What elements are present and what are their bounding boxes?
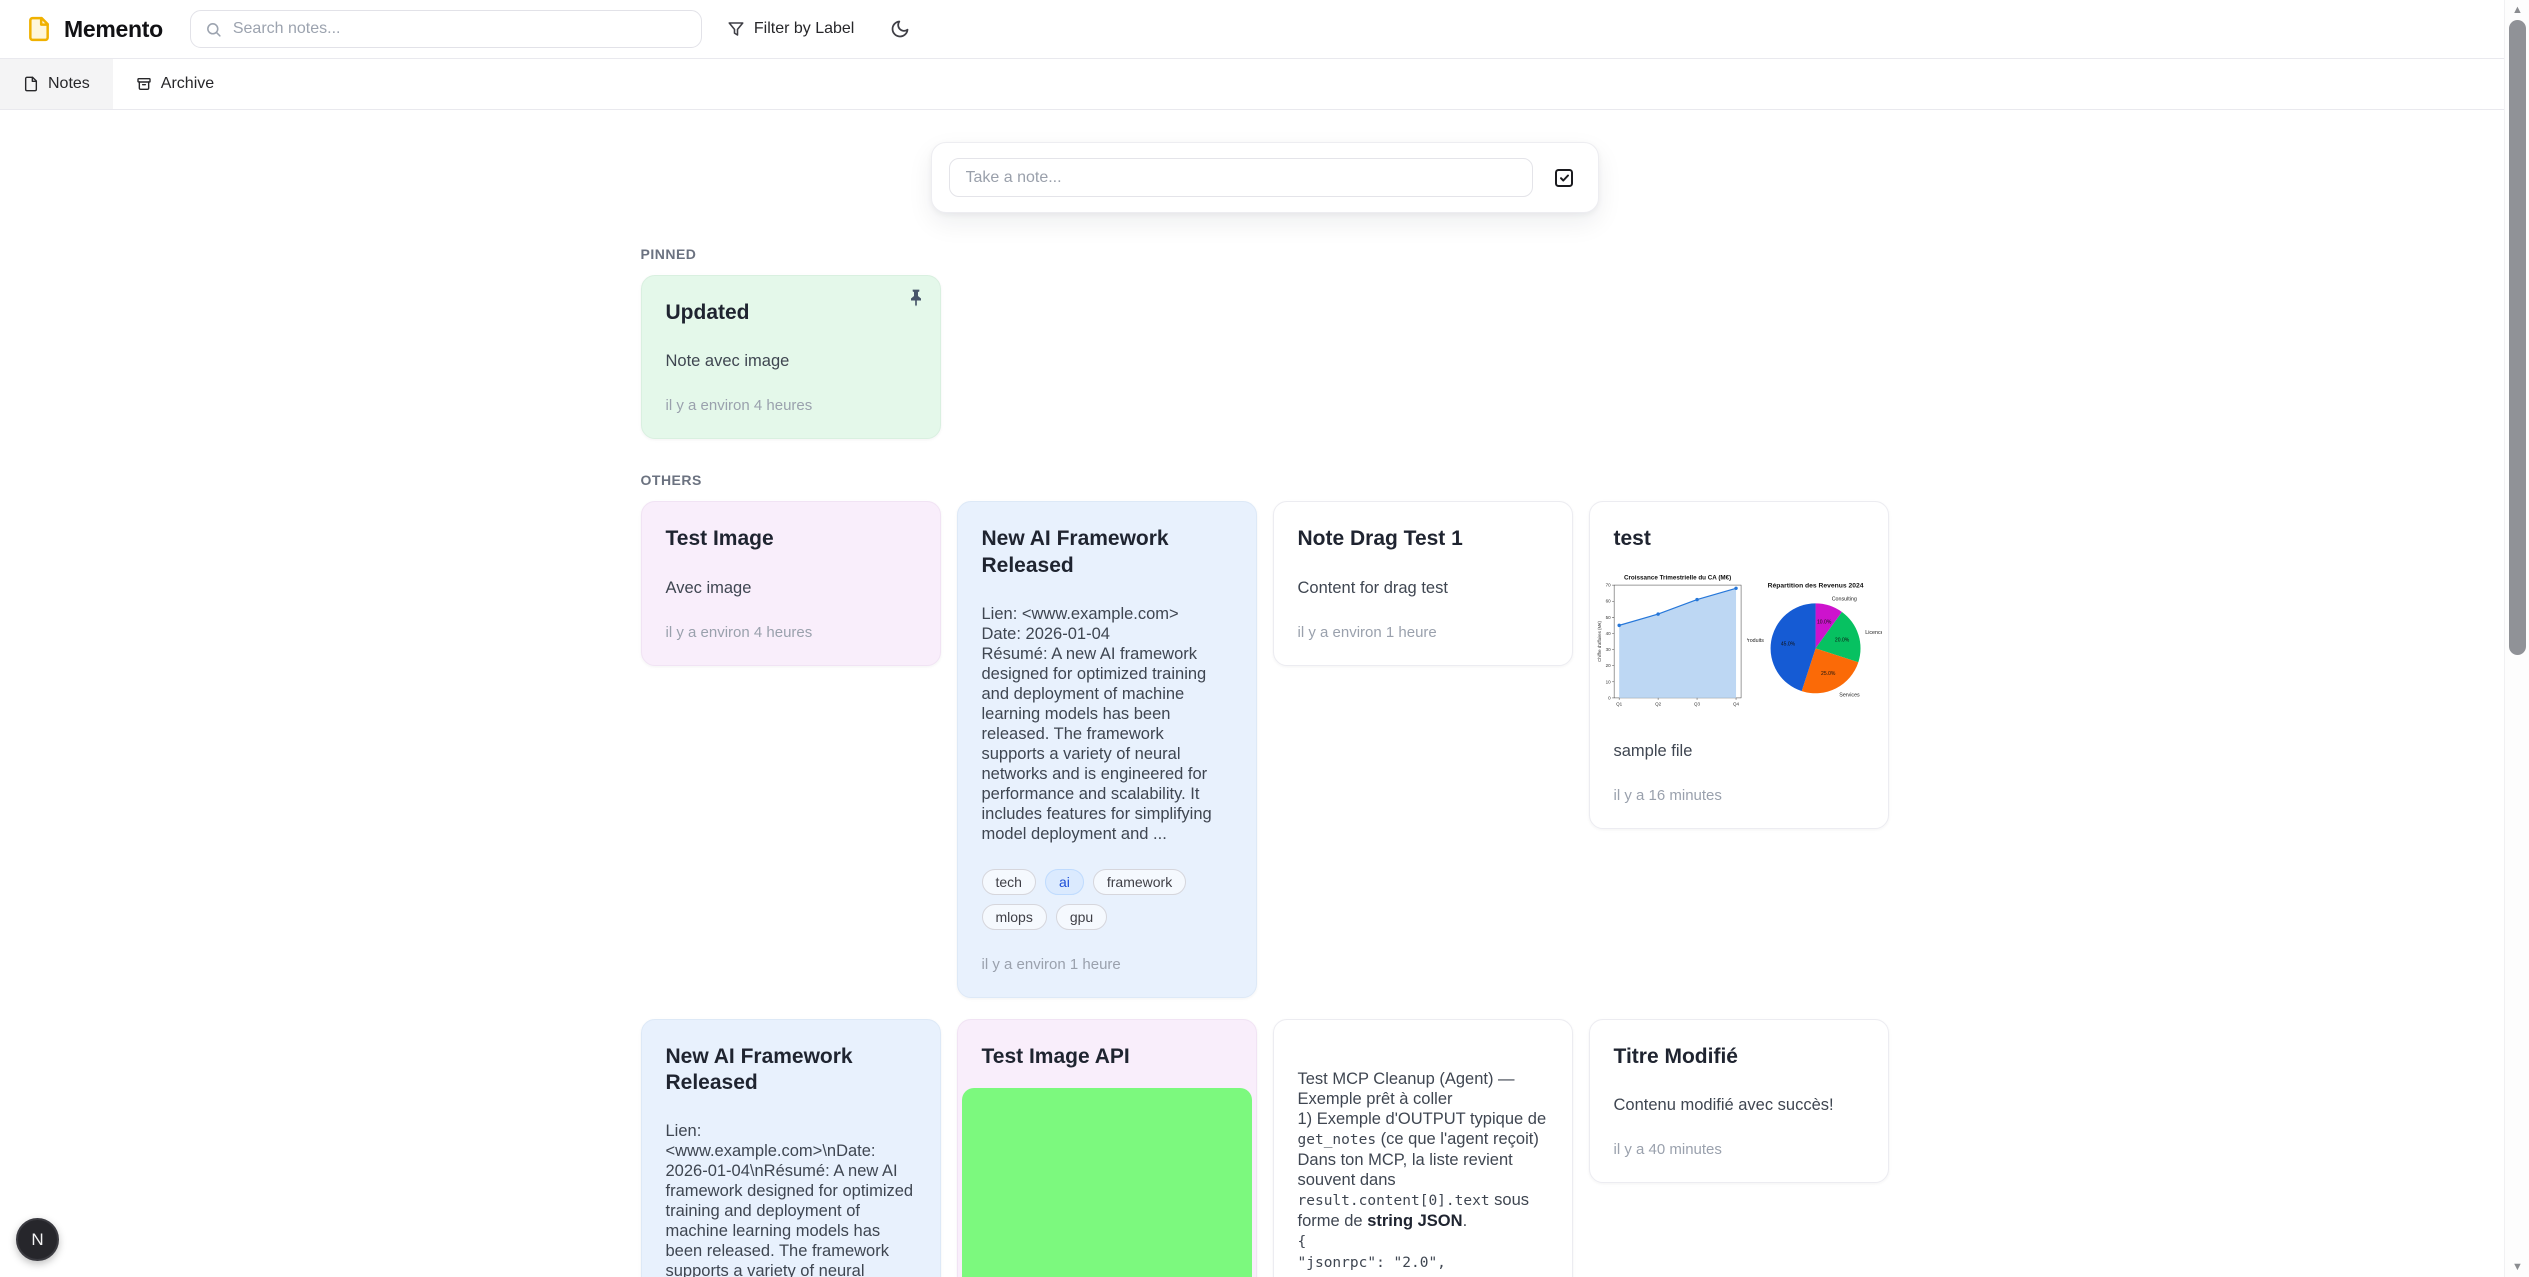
tabbar: Notes Archive xyxy=(0,59,2529,110)
svg-text:Licences: Licences xyxy=(1865,629,1882,635)
scrollbar-up-arrow-icon[interactable]: ▲ xyxy=(2505,2,2529,18)
svg-text:10.0%: 10.0% xyxy=(1817,619,1832,625)
svg-text:50: 50 xyxy=(1605,614,1611,619)
note-card[interactable]: Test Image Avec image il y a environ 4 heu… xyxy=(641,501,941,665)
note-body: Lien: <www.example.com>\nDate: 2026-01-0… xyxy=(666,1121,916,1277)
note-timestamp: il y a environ 1 heure xyxy=(1298,624,1548,641)
note-card[interactable]: New AI Framework Released Lien: <www.exam… xyxy=(957,501,1257,998)
note-tag[interactable]: ai xyxy=(1045,869,1084,895)
note-tag[interactable]: gpu xyxy=(1056,904,1107,930)
note-timestamp: il y a 40 minutes xyxy=(1614,1141,1864,1158)
user-avatar[interactable]: N xyxy=(16,1218,59,1261)
note-timestamp: il y a environ 1 heure xyxy=(982,956,1232,973)
notes-board: PINNED Updated Note avec image il y a envi… xyxy=(641,246,1889,1277)
note-body: Lien: <www.example.com> Date: 2026-01-04… xyxy=(982,604,1232,844)
search-box[interactable] xyxy=(190,10,702,48)
svg-text:40: 40 xyxy=(1605,630,1611,635)
svg-text:Services: Services xyxy=(1839,692,1860,698)
svg-text:60: 60 xyxy=(1605,598,1611,603)
filter-by-label-button[interactable]: Filter by Label xyxy=(727,20,855,38)
others-section-label: OTHERS xyxy=(641,472,1889,488)
theme-toggle-button[interactable] xyxy=(890,19,910,39)
note-title: Note Drag Test 1 xyxy=(1298,526,1548,552)
note-tag[interactable]: mlops xyxy=(982,904,1047,930)
tab-archive[interactable]: Archive xyxy=(113,59,237,109)
memento-logo-icon xyxy=(26,16,52,42)
note-title: Titre Modifié xyxy=(1614,1044,1864,1070)
note-body: Content for drag test xyxy=(1298,578,1548,598)
pie-chart-image: Répartition des Revenus 2024 Consulting 10… xyxy=(1747,577,1882,709)
pinned-grid: Updated Note avec image il y a environ 4 h… xyxy=(641,275,1889,439)
svg-text:30: 30 xyxy=(1605,647,1611,652)
note-timestamp: il y a environ 4 heures xyxy=(666,624,916,641)
svg-text:45.0%: 45.0% xyxy=(1780,641,1795,647)
note-card[interactable]: Test Image API xyxy=(957,1019,1257,1277)
note-title: New AI Framework Released xyxy=(666,1044,916,1097)
svg-text:70: 70 xyxy=(1605,582,1611,587)
note-title: Test Image API xyxy=(958,1020,1256,1070)
area-chart-image: Croissance Trimestrielle du CA (M€)01020… xyxy=(1596,569,1747,716)
svg-text:Q2: Q2 xyxy=(1655,701,1662,706)
pin-icon[interactable] xyxy=(906,288,926,308)
note-title: test xyxy=(1614,526,1864,552)
svg-text:10: 10 xyxy=(1605,679,1611,684)
app-title: Memento xyxy=(64,16,163,43)
svg-text:Répartition des Revenus 2024: Répartition des Revenus 2024 xyxy=(1767,582,1863,589)
svg-text:20.0%: 20.0% xyxy=(1835,637,1850,643)
app-logo: Memento xyxy=(26,16,163,43)
note-body: Contenu modifié avec succès! xyxy=(1614,1095,1864,1115)
note-tag[interactable]: tech xyxy=(982,869,1036,895)
note-body: Avec image xyxy=(666,578,916,598)
note-composer xyxy=(931,142,1599,213)
archive-box-icon xyxy=(136,76,152,92)
note-body: Test MCP Cleanup (Agent) — Exemple prêt … xyxy=(1298,1069,1548,1277)
svg-text:Q3: Q3 xyxy=(1694,701,1701,706)
svg-text:20: 20 xyxy=(1605,663,1611,668)
tab-notes-label: Notes xyxy=(48,75,90,93)
scrollbar-down-arrow-icon[interactable]: ▼ xyxy=(2505,1259,2529,1275)
take-a-note-input[interactable] xyxy=(949,158,1533,197)
note-card[interactable]: Note Drag Test 1 Content for drag test il … xyxy=(1273,501,1573,665)
scrollbar-thumb[interactable] xyxy=(2509,20,2526,655)
note-timestamp: il y a environ 4 heures xyxy=(666,397,916,414)
avatar-initial: N xyxy=(31,1230,43,1250)
tab-archive-label: Archive xyxy=(161,75,214,93)
note-title: Test Image xyxy=(666,526,916,552)
others-grid: Test Image Avec image il y a environ 4 heu… xyxy=(641,501,1889,1277)
note-body: sample file xyxy=(1614,741,1864,761)
tab-notes[interactable]: Notes xyxy=(0,59,113,109)
scrollbar: ▲ ▼ xyxy=(2504,0,2529,1277)
search-input[interactable] xyxy=(233,20,687,38)
svg-text:Croissance Trimestrielle du CA: Croissance Trimestrielle du CA (M€) xyxy=(1623,574,1730,581)
note-card[interactable]: Titre Modifié Contenu modifié avec succès… xyxy=(1589,1019,1889,1183)
checkbox-check-icon xyxy=(1552,166,1576,190)
note-tags: techai framework mlops gpu xyxy=(982,869,1232,930)
note-body: Note avec image xyxy=(666,351,916,371)
note-attachment-charts: Croissance Trimestrielle du CA (M€)01020… xyxy=(1596,569,1882,716)
note-file-icon xyxy=(23,76,39,92)
checklist-button[interactable] xyxy=(1547,161,1581,195)
moon-icon xyxy=(890,19,910,39)
note-title: New AI Framework Released xyxy=(982,526,1232,579)
svg-text:Produits: Produits xyxy=(1747,637,1764,643)
note-timestamp: il y a 16 minutes xyxy=(1614,787,1864,804)
pinned-section-label: PINNED xyxy=(641,246,1889,262)
app-header: Memento Filter by Label xyxy=(0,0,2529,59)
note-card[interactable]: Updated Note avec image il y a environ 4 h… xyxy=(641,275,941,439)
svg-text:Consulting: Consulting xyxy=(1831,596,1856,602)
note-tag[interactable]: framework xyxy=(1093,869,1186,895)
note-attachment-image xyxy=(962,1088,1252,1277)
filter-by-label-text: Filter by Label xyxy=(754,20,855,38)
search-icon xyxy=(205,21,222,38)
svg-text:25.0%: 25.0% xyxy=(1821,670,1836,676)
note-card[interactable]: New AI Framework Released Lien: <www.exam… xyxy=(641,1019,941,1277)
svg-text:Q4: Q4 xyxy=(1733,701,1740,706)
svg-text:Chiffre d'affaires (M€): Chiffre d'affaires (M€) xyxy=(1597,620,1602,661)
note-title: Updated xyxy=(666,300,916,326)
note-card[interactable]: Test MCP Cleanup (Agent) — Exemple prêt … xyxy=(1273,1019,1573,1277)
svg-text:Q1: Q1 xyxy=(1616,701,1623,706)
filter-funnel-icon xyxy=(727,20,745,38)
note-card[interactable]: testCroissance Trimestrielle du CA (M€)0… xyxy=(1589,501,1889,828)
